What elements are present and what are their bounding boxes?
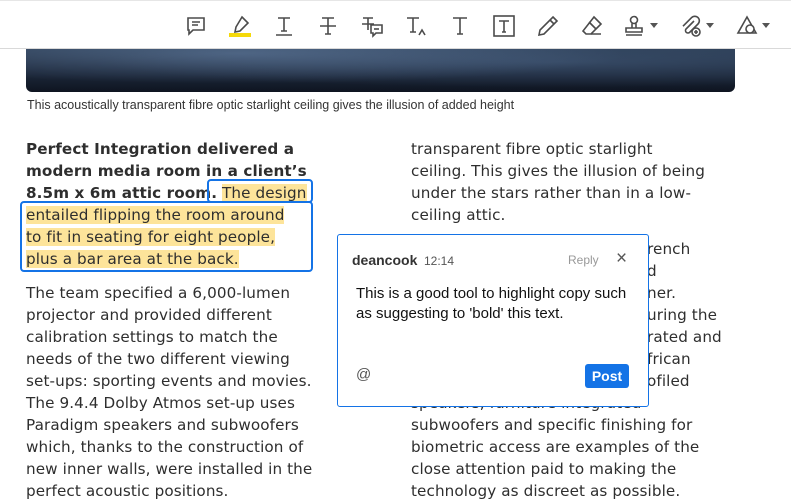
text-line: needs of the two different viewing <box>26 350 290 368</box>
mention-icon[interactable]: @ <box>356 366 371 383</box>
bold-text: modern media room in a client’s <box>26 162 307 180</box>
text-line: modern media room in a client’s <box>26 160 346 182</box>
post-button[interactable]: Post <box>585 364 629 388</box>
strikethrough-icon[interactable] <box>311 9 345 43</box>
text-line: technology as discreet as possible. <box>411 482 681 500</box>
eraser-icon[interactable] <box>575 9 609 43</box>
text-line: The team specified a 6,000-lumen <box>26 284 291 302</box>
text-line: The 9.4.4 Dolby Atmos set-up uses <box>26 394 295 412</box>
text-line: 8.5m x 6m attic room. The design <box>26 182 346 204</box>
bold-text: Perfect Integration delivered a <box>26 140 295 158</box>
left-column: Perfect Integration delivered a modern m… <box>26 138 346 502</box>
attach-file-icon[interactable] <box>673 9 707 43</box>
text-line: Perfect Integration delivered a <box>26 138 346 160</box>
text-line: biometric access are examples of the <box>411 438 700 456</box>
highlighted-text[interactable]: plus a bar area at the back. <box>26 250 239 268</box>
shapes-icon[interactable] <box>730 9 764 43</box>
highlighted-text[interactable]: entailed flipping the room around <box>26 206 285 224</box>
add-text-icon[interactable] <box>443 9 477 43</box>
attach-dropdown-icon[interactable] <box>706 23 714 28</box>
comment-author: deancook <box>352 252 418 268</box>
highlight-icon[interactable] <box>223 9 257 43</box>
shapes-dropdown-icon[interactable] <box>762 23 770 28</box>
comment-text-input[interactable]: This is a good tool to highlight copy su… <box>356 284 636 324</box>
insert-text-icon[interactable] <box>399 9 433 43</box>
photo-caption: This acoustically transparent fibre opti… <box>27 98 515 112</box>
text-box-icon[interactable] <box>487 9 521 43</box>
text-line: ceiling. This gives the illusion of bein… <box>411 162 706 180</box>
starlight-ceiling-photo <box>26 49 735 92</box>
text-line: transparent fibre optic starlight <box>411 140 653 158</box>
stamp-dropdown-icon[interactable] <box>650 23 658 28</box>
highlighted-text[interactable]: The design <box>222 184 307 202</box>
text-line: new inner walls, were installed in the <box>26 460 313 478</box>
text-line: to fit in seating for eight people, <box>26 226 346 248</box>
bold-text: 8.5m x 6m attic room. <box>26 184 218 202</box>
comment-timestamp: 12:14 <box>424 254 455 268</box>
text-line: subwoofers and specific finishing for <box>411 416 693 434</box>
text-line: ceiling attic. <box>411 206 506 224</box>
text-line: perfect acoustic positions. <box>26 482 229 500</box>
text-line: entailed flipping the room around <box>26 204 346 226</box>
stamp-icon[interactable] <box>617 9 651 43</box>
text-line: Paradigm speakers and subwoofers <box>26 416 299 434</box>
text-line: which, thanks to the construction of <box>26 438 304 456</box>
comment-popup[interactable]: deancook 12:14 Reply × This is a good to… <box>337 234 649 407</box>
comment-icon[interactable] <box>179 9 213 43</box>
text-line: close attention paid to making the <box>411 460 677 478</box>
pencil-icon[interactable] <box>531 9 565 43</box>
close-icon[interactable]: × <box>616 249 627 269</box>
text-line: plus a bar area at the back. <box>26 248 346 270</box>
replace-text-icon[interactable] <box>355 9 389 43</box>
text-line: projector and provided different <box>26 306 272 324</box>
reply-button[interactable]: Reply <box>568 253 599 267</box>
annotation-toolbar <box>0 0 791 49</box>
text-line: under the stars rather than in a low- <box>411 184 692 202</box>
text-line: calibration settings to match the <box>26 328 278 346</box>
underline-icon[interactable] <box>267 9 301 43</box>
highlighted-text[interactable]: to fit in seating for eight people, <box>26 228 276 246</box>
text-line: set-ups: sporting events and movies. <box>26 372 312 390</box>
